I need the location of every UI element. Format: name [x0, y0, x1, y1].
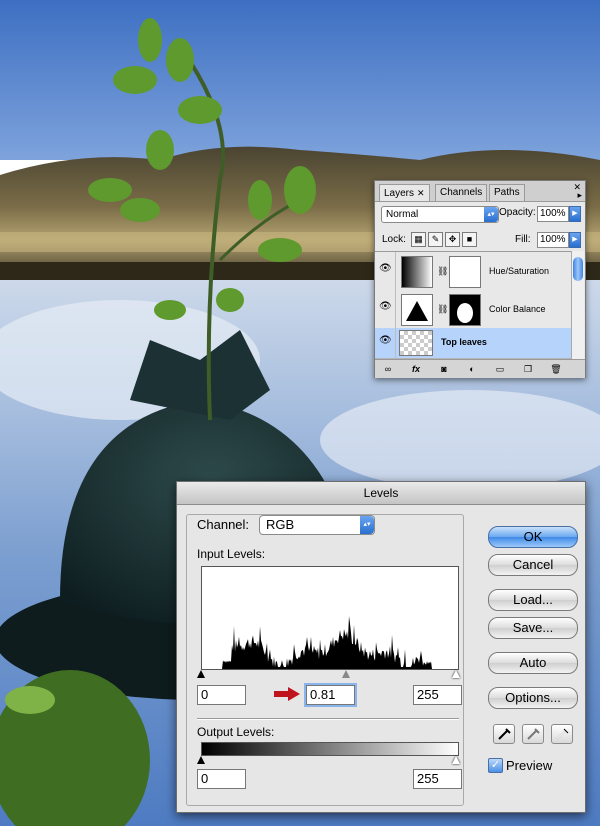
white-point-handle[interactable]	[452, 670, 460, 678]
panel-menu-icon[interactable]: ▸	[577, 190, 582, 201]
section-divider	[197, 718, 459, 720]
auto-button[interactable]: Auto	[488, 652, 578, 674]
input-gamma-field[interactable]: 0.81	[306, 685, 355, 705]
input-black-field[interactable]: 0	[197, 685, 246, 705]
adjustment-layer-icon[interactable]: ◐	[465, 363, 479, 375]
dialog-title: Levels	[177, 482, 585, 505]
link-layers-icon[interactable]: ∞	[381, 363, 395, 375]
select-arrows-icon: ▴▾	[484, 207, 498, 222]
layer-mask-thumbnail	[449, 294, 481, 326]
visibility-toggle[interactable]: 👁	[375, 290, 396, 328]
preview-label: Preview	[506, 758, 553, 773]
levels-dialog: Levels Channel: RGB ▴▾ Input Levels: 0 0…	[176, 481, 586, 813]
layers-scrollbar[interactable]	[571, 251, 584, 359]
options-button[interactable]: Options...	[488, 687, 578, 709]
lock-transparency-icon[interactable]: ▦	[411, 232, 426, 247]
input-slider[interactable]	[197, 670, 460, 680]
white-eyedropper-icon[interactable]	[551, 724, 573, 744]
layer-name: Color Balance	[489, 304, 546, 314]
layer-list: 👁 ⛓ Hue/Saturation 👁 ⛓ Color Balance 👁 T…	[375, 251, 571, 360]
layer-row-color-balance[interactable]: 👁 ⛓ Color Balance	[375, 290, 571, 329]
adjustment-thumbnail	[401, 256, 433, 288]
select-arrows-icon: ▴▾	[360, 516, 374, 534]
output-gradient	[201, 742, 459, 756]
opacity-label: Opacity:	[499, 207, 536, 218]
output-white-field[interactable]: 255	[413, 769, 462, 789]
layer-style-fx-button[interactable]: fx	[409, 363, 423, 375]
ok-button[interactable]: OK	[488, 526, 578, 548]
fill-label: Fill:	[515, 234, 531, 245]
output-white-handle[interactable]	[452, 756, 460, 764]
lock-image-icon[interactable]: ✎	[428, 232, 443, 247]
visibility-toggle[interactable]: 👁	[375, 328, 396, 358]
gamma-handle[interactable]	[342, 670, 350, 678]
fill-field[interactable]: 100%	[537, 232, 569, 248]
blend-mode-select[interactable]: Normal ▴▾	[381, 206, 499, 223]
layer-name: Hue/Saturation	[489, 266, 550, 276]
new-group-icon[interactable]: ▭	[493, 363, 507, 375]
layers-panel: Layers ✕ Channels Paths ✕ ▸ Normal ▴▾ Opa…	[374, 180, 586, 378]
black-eyedropper-icon[interactable]	[493, 724, 515, 744]
tab-close-icon[interactable]: ✕	[417, 188, 425, 198]
output-slider[interactable]	[197, 756, 460, 766]
color-balance-icon	[406, 301, 428, 321]
fill-slider-toggle-icon[interactable]: ▶	[569, 232, 581, 248]
visibility-toggle[interactable]: 👁	[375, 252, 396, 290]
load-button[interactable]: Load...	[488, 589, 578, 611]
lock-label: Lock:	[382, 234, 406, 245]
layer-name: Top leaves	[441, 337, 487, 347]
histogram-graph	[202, 616, 458, 669]
opacity-slider-toggle-icon[interactable]: ▶	[569, 206, 581, 222]
layer-row-top-leaves[interactable]: 👁 Top leaves	[375, 328, 571, 359]
tab-paths[interactable]: Paths	[489, 184, 525, 201]
scrollbar-thumb[interactable]	[573, 257, 583, 281]
opacity-field[interactable]: 100%	[537, 206, 569, 222]
preview-checkbox[interactable]: ✓	[488, 758, 503, 773]
link-chain-icon: ⛓	[437, 266, 449, 276]
output-black-field[interactable]: 0	[197, 769, 246, 789]
link-chain-icon: ⛓	[437, 304, 449, 314]
channel-value: RGB	[266, 517, 295, 532]
red-arrow-annotation-icon	[274, 687, 300, 701]
black-point-handle[interactable]	[197, 670, 205, 678]
trash-icon[interactable]: 🗑	[549, 363, 563, 375]
tab-layers[interactable]: Layers ✕	[379, 184, 430, 201]
mask-shape-icon	[457, 303, 473, 323]
panel-tab-bar: Layers ✕ Channels Paths ✕ ▸	[375, 181, 585, 202]
tab-channels[interactable]: Channels	[435, 184, 488, 201]
eye-icon: 👁	[379, 301, 392, 312]
layer-mask-thumbnail	[449, 256, 481, 288]
gray-eyedropper-icon[interactable]	[522, 724, 544, 744]
lock-position-icon[interactable]: ✥	[445, 232, 460, 247]
cancel-button[interactable]: Cancel	[488, 554, 578, 576]
add-mask-icon[interactable]: ◙	[437, 363, 451, 375]
new-layer-icon[interactable]: ❐	[521, 363, 535, 375]
adjustment-thumbnail	[401, 294, 433, 326]
output-levels-label: Output Levels:	[197, 725, 275, 739]
blend-mode-value: Normal	[386, 209, 419, 220]
channel-label: Channel:	[197, 517, 250, 532]
tab-layers-label: Layers	[384, 188, 415, 199]
layer-thumbnail	[399, 330, 433, 356]
channel-select[interactable]: RGB ▴▾	[259, 515, 375, 535]
output-black-handle[interactable]	[197, 756, 205, 764]
layer-row-hue-saturation[interactable]: 👁 ⛓ Hue/Saturation	[375, 252, 571, 291]
histogram	[201, 566, 459, 670]
eye-icon: 👁	[379, 335, 392, 346]
input-levels-label: Input Levels:	[197, 547, 266, 561]
save-button[interactable]: Save...	[488, 617, 578, 639]
lock-all-icon[interactable]: ■	[462, 232, 477, 247]
input-white-field[interactable]: 255	[413, 685, 462, 705]
eye-icon: 👁	[379, 263, 392, 274]
layers-bottom-toolbar: ∞ fx ◙ ◐ ▭ ❐ 🗑	[375, 359, 585, 378]
